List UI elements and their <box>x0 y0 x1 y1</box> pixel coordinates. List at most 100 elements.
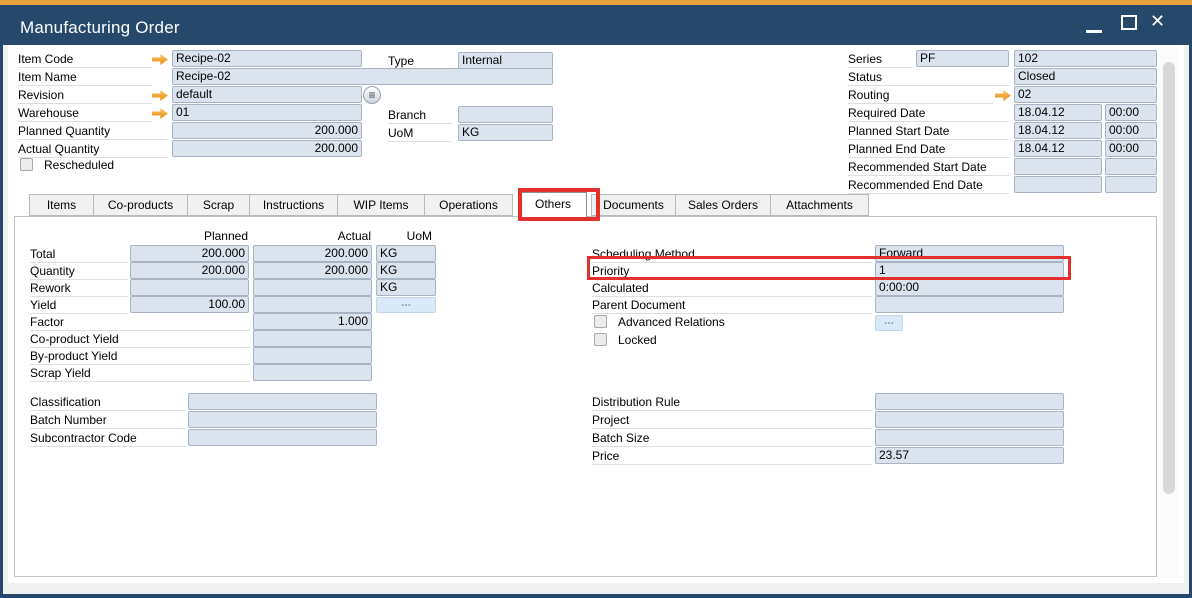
scheduling-method-field[interactable]: Forward <box>875 245 1064 262</box>
rescheduled-checkbox[interactable] <box>20 158 33 171</box>
close-icon[interactable]: ✕ <box>1150 11 1165 31</box>
tab-documents[interactable]: Documents <box>591 194 676 216</box>
actual-column-header: Actual <box>253 229 371 245</box>
subcontractor-code-field[interactable] <box>188 429 377 446</box>
required-time-field[interactable]: 00:00 <box>1105 104 1157 121</box>
yield-actual-field[interactable] <box>253 296 372 313</box>
parent-document-label: Parent Document <box>592 297 872 314</box>
tab-co-products[interactable]: Co-products <box>93 194 188 216</box>
project-field[interactable] <box>875 411 1064 428</box>
project-label: Project <box>592 412 872 429</box>
yield-browse-button[interactable]: ... <box>376 297 436 313</box>
advanced-relations-browse-button[interactable]: ... <box>875 315 903 331</box>
actual-quantity-label: Actual Quantity <box>18 141 167 158</box>
planned-start-time-field[interactable]: 00:00 <box>1105 122 1157 139</box>
minimize-icon[interactable] <box>1086 30 1102 33</box>
planned-quantity-field[interactable]: 200.000 <box>172 122 362 139</box>
warehouse-label: Warehouse <box>18 105 152 122</box>
total-planned-field[interactable]: 200.000 <box>130 245 249 262</box>
scrollbar-thumb[interactable] <box>1163 62 1175 494</box>
co-product-yield-field[interactable] <box>253 330 372 347</box>
item-name-label: Item Name <box>18 69 152 86</box>
tab-scrap[interactable]: Scrap <box>187 194 250 216</box>
routing-field[interactable]: 02 <box>1014 86 1157 103</box>
tab-others[interactable]: Others <box>519 192 587 218</box>
distribution-rule-field[interactable] <box>875 393 1064 410</box>
item-code-field[interactable]: Recipe-02 <box>172 50 362 67</box>
classification-label: Classification <box>30 394 186 411</box>
batch-number-label: Batch Number <box>30 412 186 429</box>
tab-bar: Items Co-products Scrap Instructions WIP… <box>30 194 869 218</box>
planned-end-date-field[interactable]: 18.04.12 <box>1014 140 1102 157</box>
uom-field[interactable]: KG <box>458 124 553 141</box>
tab-items[interactable]: Items <box>29 194 94 216</box>
revision-field[interactable]: default <box>172 86 362 103</box>
planned-column-header: Planned <box>130 229 248 245</box>
required-date-label: Required Date <box>848 105 1009 122</box>
series-field[interactable]: PF <box>916 50 1009 67</box>
distribution-rule-label: Distribution Rule <box>592 394 872 411</box>
planned-start-date-field[interactable]: 18.04.12 <box>1014 122 1102 139</box>
locked-checkbox[interactable] <box>594 333 607 346</box>
quantity-label: Quantity <box>30 263 128 280</box>
document-number-field[interactable]: 102 <box>1014 50 1157 67</box>
total-actual-field[interactable]: 200.000 <box>253 245 372 262</box>
tab-operations[interactable]: Operations <box>424 194 513 216</box>
rework-actual-field[interactable] <box>253 279 372 296</box>
maximize-icon[interactable] <box>1121 15 1137 30</box>
quantity-uom-field[interactable]: KG <box>376 262 436 279</box>
classification-field[interactable] <box>188 393 377 410</box>
required-date-field[interactable]: 18.04.12 <box>1014 104 1102 121</box>
choose-from-list-icon[interactable]: ≡ <box>363 86 381 104</box>
scrap-yield-label: Scrap Yield <box>30 365 250 382</box>
status-field[interactable]: Closed <box>1014 68 1157 85</box>
quantity-planned-field[interactable]: 200.000 <box>130 262 249 279</box>
advanced-relations-checkbox[interactable] <box>594 315 607 328</box>
parent-document-field[interactable] <box>875 296 1064 313</box>
planned-start-date-label: Planned Start Date <box>848 123 1009 140</box>
rework-uom-field[interactable]: KG <box>376 279 436 296</box>
item-name-field[interactable]: Recipe-02 <box>172 68 553 85</box>
titlebar: Manufacturing Order <box>0 5 1192 45</box>
recommended-end-date-field[interactable] <box>1014 176 1102 193</box>
recommended-end-time-field[interactable] <box>1105 176 1157 193</box>
recommended-start-date-label: Recommended Start Date <box>848 159 1009 176</box>
planned-end-date-label: Planned End Date <box>848 141 1009 158</box>
scrap-yield-field[interactable] <box>253 364 372 381</box>
tab-sales-orders[interactable]: Sales Orders <box>675 194 771 216</box>
actual-quantity-field[interactable]: 200.000 <box>172 140 362 157</box>
quantity-actual-field[interactable]: 200.000 <box>253 262 372 279</box>
uom-column-header: UoM <box>376 229 432 245</box>
item-code-label: Item Code <box>18 51 152 68</box>
by-product-yield-label: By-product Yield <box>30 348 250 365</box>
factor-field[interactable]: 1.000 <box>253 313 372 330</box>
type-field[interactable]: Internal <box>458 52 553 69</box>
planned-end-time-field[interactable]: 00:00 <box>1105 140 1157 157</box>
tab-attachments[interactable]: Attachments <box>770 194 869 216</box>
tab-wip-items[interactable]: WIP Items <box>337 194 425 216</box>
price-field[interactable]: 23.57 <box>875 447 1064 464</box>
rework-planned-field[interactable] <box>130 279 249 296</box>
priority-field[interactable]: 1 <box>875 262 1064 279</box>
recommended-start-time-field[interactable] <box>1105 158 1157 175</box>
yield-planned-field[interactable]: 100.00 <box>130 296 249 313</box>
batch-number-field[interactable] <box>188 411 377 428</box>
batch-size-label: Batch Size <box>592 430 872 447</box>
subcontractor-code-label: Subcontractor Code <box>30 430 186 447</box>
branch-field[interactable] <box>458 106 553 123</box>
recommended-end-date-label: Recommended End Date <box>848 177 1009 194</box>
uom-label: UoM <box>388 125 452 142</box>
batch-size-field[interactable] <box>875 429 1064 446</box>
tab-instructions[interactable]: Instructions <box>249 194 338 216</box>
window-border-left <box>0 45 3 598</box>
revision-label: Revision <box>18 87 152 104</box>
recommended-start-date-field[interactable] <box>1014 158 1102 175</box>
warehouse-field[interactable]: 01 <box>172 104 362 121</box>
by-product-yield-field[interactable] <box>253 347 372 364</box>
total-label: Total <box>30 246 128 263</box>
locked-label: Locked <box>618 333 657 349</box>
rework-label: Rework <box>30 280 128 297</box>
calculated-field[interactable]: 0:00:00 <box>875 279 1064 296</box>
total-uom-field[interactable]: KG <box>376 245 436 262</box>
calculated-label: Calculated <box>592 280 872 297</box>
